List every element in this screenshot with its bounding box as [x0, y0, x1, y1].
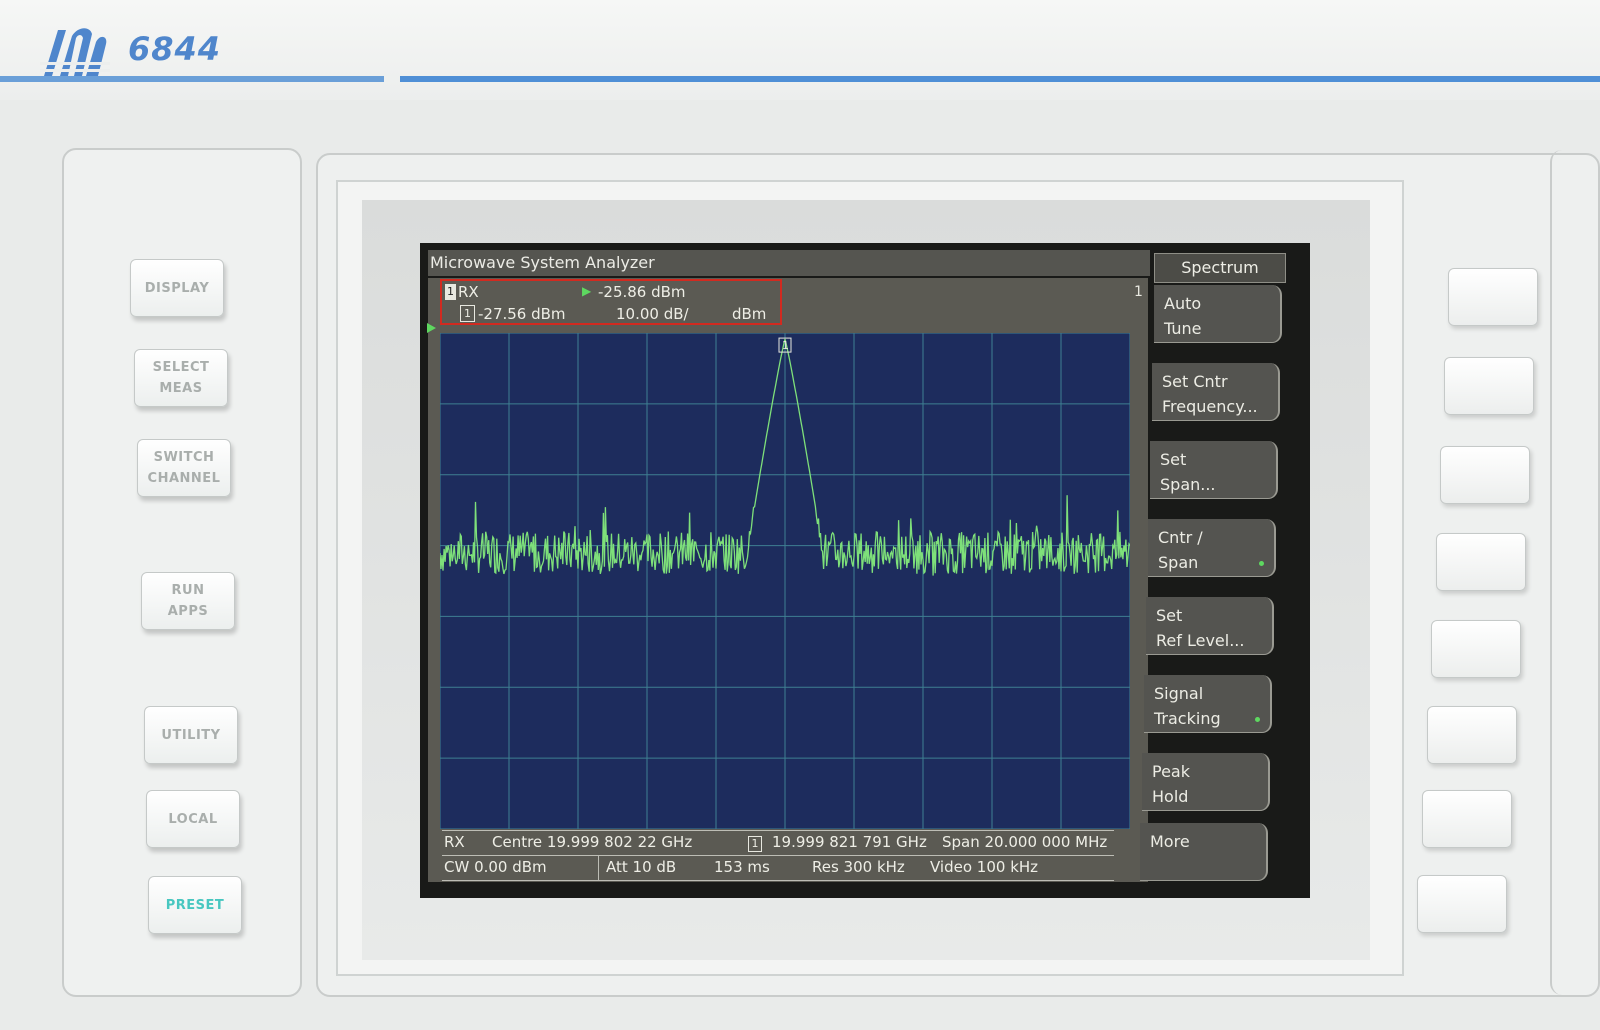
marker-id-box: 1 — [460, 305, 475, 322]
softkey-more[interactable]: More — [1140, 823, 1268, 881]
centre-frequency: Centre 19.999 802 22 GHz — [492, 833, 693, 851]
local-key[interactable]: LOCAL — [146, 790, 240, 848]
trace-badge: 1 — [445, 284, 456, 300]
status-row-1: RX Centre 19.999 802 22 GHz 1 19.999 821 … — [442, 830, 1114, 856]
side-key-4[interactable] — [1436, 533, 1526, 591]
resolution-bandwidth: Res 300 kHz — [812, 858, 905, 876]
side-key-5[interactable] — [1431, 620, 1521, 678]
marker-info-box: 1 RX ▶ -25.86 dBm 1 -27.56 dBm 10.00 dB/… — [440, 279, 782, 325]
run-apps-key-label: RUN APPS — [167, 583, 209, 619]
softkey-signal-tracking-label: Signal Tracking — [1154, 684, 1221, 728]
switch-channel-key-label: SWITCH CHANNEL — [147, 450, 221, 486]
brand-area: 6844 — [40, 22, 221, 78]
sweep-time: 153 ms — [714, 858, 770, 876]
side-key-3[interactable] — [1440, 446, 1530, 504]
spectrum-svg: 1 — [440, 333, 1130, 829]
marker-frequency: 19.999 821 791 GHz — [772, 833, 927, 851]
preset-key[interactable]: PRESET — [148, 876, 242, 934]
status-channel: RX — [444, 833, 465, 851]
ifr-logo-icon — [40, 28, 110, 76]
active-indicator-icon — [1259, 561, 1264, 566]
softkey-menu: Spectrum Auto Tune Set Cntr Frequency...… — [1140, 253, 1292, 885]
status-divider — [598, 856, 599, 880]
right-panel-edge — [1550, 150, 1600, 995]
cw-level: CW 0.00 dBm — [444, 858, 547, 876]
span-value: Span 20.000 000 MHz — [942, 833, 1108, 851]
side-key-8[interactable] — [1417, 875, 1507, 933]
softkey-peak-hold[interactable]: Peak Hold — [1142, 753, 1270, 811]
spectrum-plot[interactable]: 1 — [440, 333, 1130, 829]
softkey-centre-span-label: Cntr / Span — [1158, 528, 1203, 572]
softkey-menu-title: Spectrum — [1154, 253, 1286, 283]
marker-value: -27.56 dBm — [478, 305, 566, 323]
model-number: 6844 — [128, 30, 222, 68]
select-meas-key-label: SELECT MEAS — [152, 360, 210, 396]
display-key[interactable]: DISPLAY — [130, 259, 224, 317]
instrument-top-band — [0, 0, 1600, 100]
side-key-7[interactable] — [1422, 790, 1512, 848]
ref-arrow-icon: ▶ — [582, 284, 592, 298]
trace-number: 1 — [1134, 284, 1143, 300]
peak-marker-label: 1 — [782, 339, 789, 352]
marker-id-small: 1 — [748, 836, 762, 852]
softkey-signal-tracking[interactable]: Signal Tracking — [1144, 675, 1272, 733]
utility-key-label: UTILITY — [161, 727, 221, 743]
ref-level-marker-icon — [427, 323, 436, 333]
softkey-set-ref-level[interactable]: Set Ref Level... — [1146, 597, 1274, 655]
utility-key[interactable]: UTILITY — [144, 706, 238, 764]
local-key-label: LOCAL — [168, 811, 218, 827]
display-key-label: DISPLAY — [144, 280, 210, 296]
select-meas-key[interactable]: SELECT MEAS — [134, 349, 228, 407]
brand-stripe — [0, 76, 1600, 82]
attenuation: Att 10 dB — [606, 858, 677, 876]
video-bandwidth: Video 100 kHz — [930, 858, 1039, 876]
side-key-6[interactable] — [1427, 706, 1517, 764]
preset-key-label: PRESET — [165, 897, 225, 913]
softkey-set-centre-frequency[interactable]: Set Cntr Frequency... — [1152, 363, 1280, 421]
run-apps-key[interactable]: RUN APPS — [141, 572, 235, 630]
unit-label: dBm — [732, 305, 767, 323]
side-key-1[interactable] — [1448, 268, 1538, 326]
scale-value: 10.00 dB/ — [616, 305, 689, 323]
info-channel: RX — [458, 283, 479, 301]
screen-title: Microwave System Analyzer — [428, 250, 1150, 276]
marker-frequency-group: 1 19.999 821 791 GHz — [748, 833, 927, 852]
status-row-2: CW 0.00 dBm Att 10 dB 153 ms Res 300 kHz… — [442, 856, 1114, 881]
softkey-auto-tune[interactable]: Auto Tune — [1154, 285, 1282, 343]
side-key-2[interactable] — [1444, 357, 1534, 415]
softkey-set-span[interactable]: Set Span... — [1150, 441, 1278, 499]
switch-channel-key[interactable]: SWITCH CHANNEL — [137, 439, 231, 497]
softkey-centre-span[interactable]: Cntr / Span — [1148, 519, 1276, 577]
ref-level-value: -25.86 dBm — [598, 283, 686, 301]
active-indicator-icon — [1255, 717, 1260, 722]
